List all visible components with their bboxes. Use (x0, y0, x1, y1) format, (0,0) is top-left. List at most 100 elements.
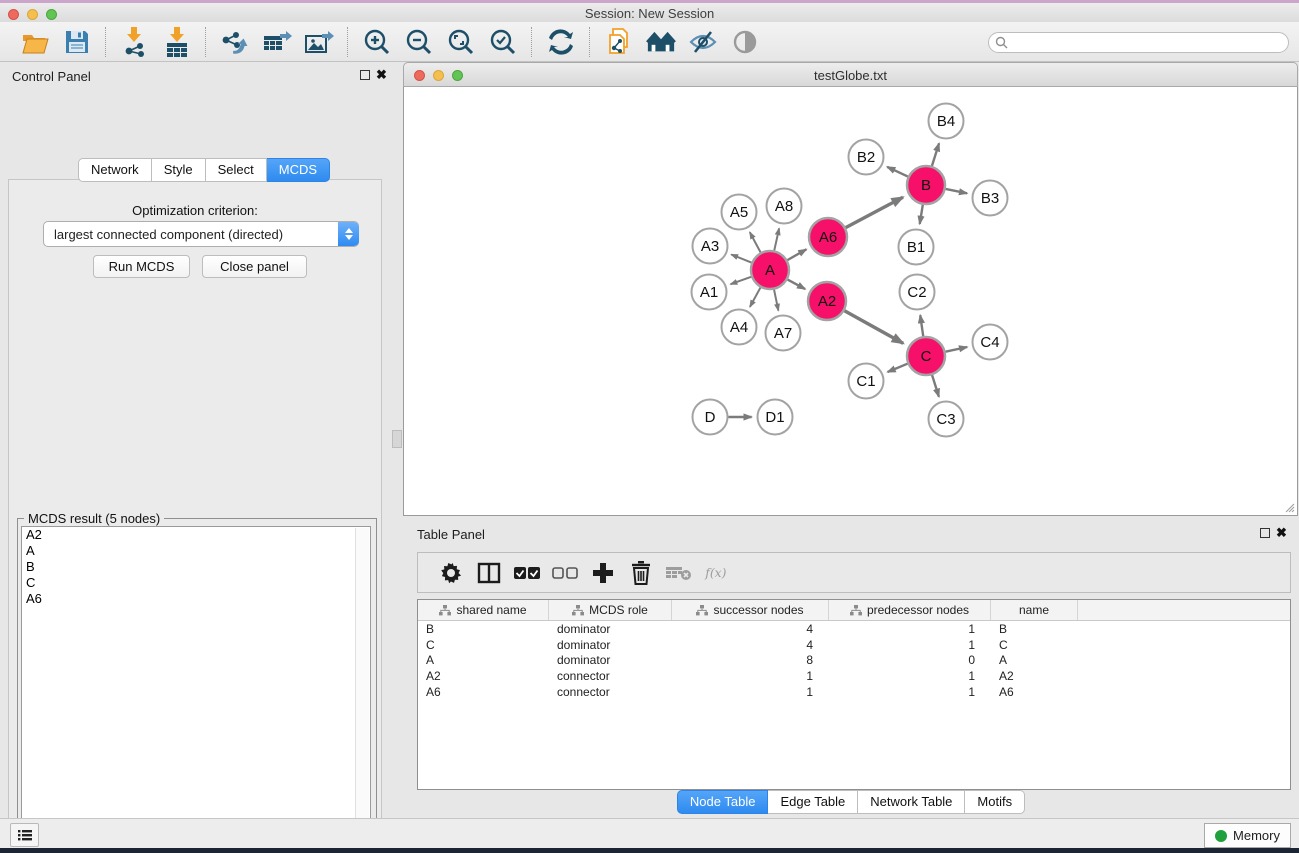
table-cell[interactable]: A6 (418, 685, 549, 699)
close-panel-button[interactable]: Close panel (202, 255, 307, 278)
table-cell[interactable]: A2 (991, 669, 1078, 683)
table-cell[interactable]: A6 (991, 685, 1078, 699)
node-A6[interactable]: A6 (809, 218, 847, 256)
table-cell[interactable]: A2 (418, 669, 549, 683)
node-A8[interactable]: A8 (767, 189, 802, 224)
table-settings-icon[interactable] (438, 560, 464, 586)
node-A2[interactable]: A2 (808, 282, 846, 320)
column-header-successor-nodes[interactable]: successor nodes (672, 600, 829, 620)
tab-motifs[interactable]: Motifs (965, 790, 1025, 814)
node-C4[interactable]: C4 (973, 325, 1008, 360)
hide-selected-icon[interactable] (688, 27, 718, 57)
mcds-result-list[interactable]: A2ABCA6 (21, 526, 371, 853)
result-item[interactable]: B (22, 559, 370, 575)
node-A1[interactable]: A1 (692, 275, 727, 310)
zoom-out-icon[interactable] (404, 27, 434, 57)
delete-column-icon[interactable] (628, 560, 654, 586)
network-graph[interactable]: B4B2BB3A8A5A6A3B1AA1C2A2A4A7C4CC1C3DD1 (404, 87, 1297, 514)
tab-select[interactable]: Select (206, 158, 267, 182)
float-panel-icon[interactable] (360, 70, 370, 80)
table-cell[interactable]: 1 (829, 685, 991, 699)
node-A5[interactable]: A5 (722, 195, 757, 230)
table-cell[interactable]: 1 (829, 638, 991, 652)
deselect-all-icon[interactable] (552, 560, 578, 586)
node-C1[interactable]: C1 (849, 364, 884, 399)
table-row[interactable]: Bdominator41B (418, 621, 1290, 637)
table-cell[interactable]: connector (549, 669, 672, 683)
table-cell[interactable]: 1 (672, 669, 829, 683)
first-neighbors-icon[interactable] (646, 27, 676, 57)
node-C2[interactable]: C2 (900, 275, 935, 310)
column-header-MCDS-role[interactable]: MCDS role (549, 600, 672, 620)
table-cell[interactable]: 4 (672, 622, 829, 636)
result-item[interactable]: C (22, 575, 370, 591)
tab-network[interactable]: Network (78, 158, 152, 182)
result-list-scrollbar[interactable] (355, 528, 369, 853)
table-cell[interactable]: connector (549, 685, 672, 699)
table-cell[interactable]: 1 (672, 685, 829, 699)
save-session-icon[interactable] (62, 27, 92, 57)
refresh-layout-icon[interactable] (546, 27, 576, 57)
table-float-panel-icon[interactable] (1260, 528, 1270, 538)
node-A[interactable]: A (751, 251, 789, 289)
edge-A-A3[interactable] (731, 255, 751, 263)
node-C3[interactable]: C3 (929, 402, 964, 437)
select-all-icon[interactable] (514, 560, 540, 586)
table-cell[interactable]: B (991, 622, 1078, 636)
table-cell[interactable]: dominator (549, 638, 672, 652)
criterion-dropdown[interactable]: largest connected component (directed) (43, 221, 359, 247)
column-header-predecessor-nodes[interactable]: predecessor nodes (829, 600, 991, 620)
table-cell[interactable]: dominator (549, 653, 672, 667)
tab-network-table[interactable]: Network Table (858, 790, 965, 814)
node-B1[interactable]: B1 (899, 230, 934, 265)
node-B[interactable]: B (907, 166, 945, 204)
run-mcds-button[interactable]: Run MCDS (93, 255, 190, 278)
clone-network-icon[interactable] (604, 27, 634, 57)
table-cell[interactable]: C (418, 638, 549, 652)
memory-button[interactable]: Memory (1204, 823, 1291, 848)
search-field[interactable] (988, 32, 1289, 53)
edge-A-A8[interactable] (774, 228, 779, 250)
edge-A-A5[interactable] (750, 232, 761, 252)
table-row[interactable]: Cdominator41C (418, 637, 1290, 653)
edge-C-C1[interactable] (888, 364, 908, 372)
open-file-icon[interactable] (20, 27, 50, 57)
edge-A2-C[interactable] (844, 311, 903, 344)
search-input[interactable] (1008, 35, 1262, 51)
split-columns-icon[interactable] (476, 560, 502, 586)
import-network-icon[interactable] (120, 27, 150, 57)
add-column-icon[interactable] (590, 560, 616, 586)
export-image-icon[interactable] (304, 27, 334, 57)
node-B2[interactable]: B2 (849, 140, 884, 175)
zoom-fit-icon[interactable] (446, 27, 476, 57)
network-canvas[interactable]: B4B2BB3A8A5A6A3B1AA1C2A2A4A7C4CC1C3DD1 (403, 87, 1298, 516)
node-C[interactable]: C (907, 337, 945, 375)
vertical-splitter[interactable] (390, 62, 403, 818)
edge-A-A6[interactable] (787, 249, 806, 260)
tab-node-table[interactable]: Node Table (677, 790, 769, 814)
result-item[interactable]: A2 (22, 527, 370, 543)
zoom-selected-icon[interactable] (488, 27, 518, 57)
result-item[interactable]: A6 (22, 591, 370, 607)
column-header-shared-name[interactable]: shared name (418, 600, 549, 620)
table-row[interactable]: A2connector11A2 (418, 668, 1290, 684)
table-cell[interactable]: dominator (549, 622, 672, 636)
node-A4[interactable]: A4 (722, 310, 757, 345)
table-cell[interactable]: 1 (829, 669, 991, 683)
edge-B-B4[interactable] (932, 143, 939, 166)
table-cell[interactable]: 1 (829, 622, 991, 636)
table-cell[interactable]: A (991, 653, 1078, 667)
table-row[interactable]: Adominator80A (418, 652, 1290, 668)
edge-A6-B[interactable] (846, 197, 903, 227)
node-D1[interactable]: D1 (758, 400, 793, 435)
tab-edge-table[interactable]: Edge Table (768, 790, 858, 814)
table-cell[interactable]: 8 (672, 653, 829, 667)
node-A7[interactable]: A7 (766, 316, 801, 351)
import-table-icon[interactable] (162, 27, 192, 57)
edge-A-A1[interactable] (731, 277, 752, 284)
node-A3[interactable]: A3 (693, 229, 728, 264)
export-network-icon[interactable] (220, 27, 250, 57)
export-table-icon[interactable] (262, 27, 292, 57)
edge-C-C3[interactable] (932, 375, 939, 397)
node-D[interactable]: D (693, 400, 728, 435)
